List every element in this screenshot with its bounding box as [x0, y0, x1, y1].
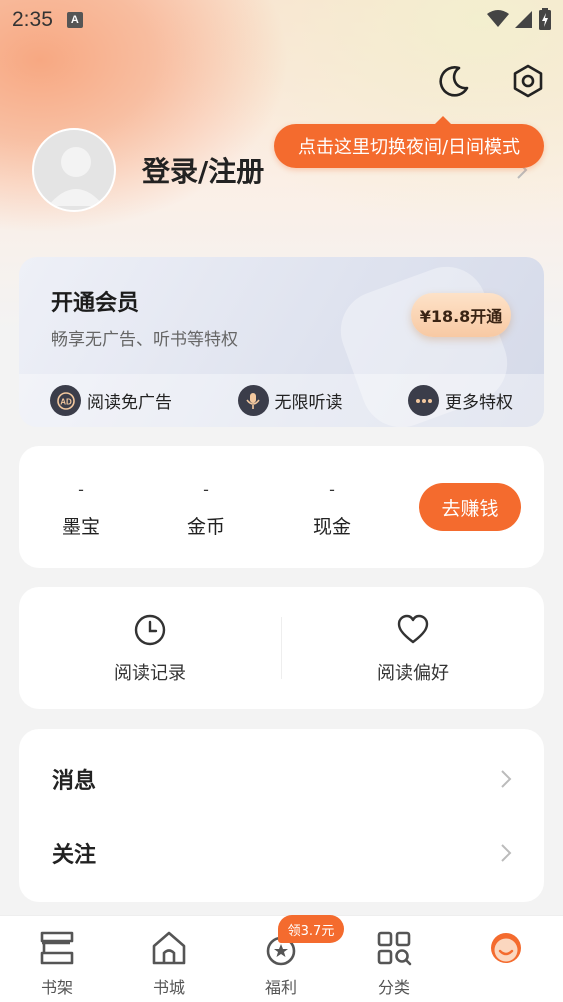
settings-button[interactable]	[509, 62, 547, 100]
vip-card[interactable]: 开通会员 畅享无广告、听书等特权 ¥18.8开通 AD 阅读免广告 无限听读 更…	[19, 257, 544, 427]
clock-icon	[134, 614, 166, 646]
login-register-link[interactable]: 登录/注册	[142, 150, 264, 190]
tab-bookshelf[interactable]: 书架	[17, 928, 97, 998]
status-bar: 2:35 A	[0, 0, 563, 40]
bookshelf-icon	[40, 931, 74, 965]
tab-label: 福利	[264, 978, 297, 997]
reading-history-label: 阅读记录	[114, 663, 186, 684]
tab-mine[interactable]	[466, 928, 546, 968]
wallet-label: 金币	[186, 516, 225, 538]
reading-preference-label: 阅读偏好	[377, 663, 449, 684]
wallet-item-cash[interactable]: - 现金	[292, 480, 372, 539]
wifi-icon	[487, 10, 509, 27]
vip-feature-listen[interactable]: 无限听读	[237, 385, 343, 416]
wallet-value: -	[78, 480, 84, 499]
menu-card: 消息 关注	[19, 729, 544, 902]
home-icon	[152, 931, 186, 965]
chevron-right-icon	[501, 844, 512, 862]
svg-text:AD: AD	[60, 397, 72, 406]
tab-label: 分类	[377, 978, 410, 997]
tab-category[interactable]: 分类	[354, 928, 434, 998]
vip-feature-more[interactable]: 更多特权	[408, 385, 513, 416]
tab-label: 书城	[152, 978, 185, 997]
moon-icon	[439, 66, 469, 97]
notification-icon: A	[66, 12, 83, 28]
wallet-label: 现金	[312, 516, 351, 538]
profile-login-row[interactable]: 登录/注册	[32, 128, 264, 212]
welfare-badge[interactable]: 领3.7元	[278, 915, 344, 943]
chevron-right-icon	[501, 770, 512, 788]
wallet-value: -	[329, 480, 335, 499]
tab-bookstore[interactable]: 书城	[129, 928, 209, 998]
status-icons	[487, 8, 551, 30]
menu-item-follow[interactable]: 关注	[19, 823, 544, 883]
reading-preference-button[interactable]: 阅读偏好	[343, 613, 483, 685]
wallet-card: - 墨宝 - 金币 - 现金 去赚钱	[19, 446, 544, 568]
vip-subscribe-button[interactable]: ¥18.8开通	[411, 293, 511, 337]
default-avatar-icon	[48, 147, 104, 206]
wallet-label: 墨宝	[61, 516, 100, 538]
status-time: 2:35	[12, 8, 53, 31]
tab-label: 书架	[40, 978, 73, 997]
menu-label: 关注	[52, 843, 97, 868]
earn-money-button[interactable]: 去赚钱	[419, 483, 521, 531]
wallet-value: -	[203, 480, 209, 499]
wallet-item-coins[interactable]: - 金币	[166, 480, 246, 539]
vip-features: AD 阅读免广告 无限听读 更多特权	[19, 374, 544, 427]
heart-icon	[397, 614, 429, 644]
menu-label: 消息	[52, 769, 97, 794]
ad-icon: AD	[50, 385, 81, 416]
vip-feature-no-ads[interactable]: AD 阅读免广告	[50, 385, 172, 416]
wallet-item-mobao[interactable]: - 墨宝	[41, 480, 121, 539]
menu-item-messages[interactable]: 消息	[19, 749, 544, 809]
microphone-icon	[237, 385, 269, 416]
vip-feature-label: 阅读免广告	[87, 393, 172, 413]
signal-icon	[515, 11, 532, 28]
reading-card: 阅读记录 阅读偏好	[19, 587, 544, 709]
night-mode-tooltip[interactable]: 点击这里切换夜间/日间模式	[274, 116, 544, 168]
avatar[interactable]	[32, 128, 116, 212]
reading-history-button[interactable]: 阅读记录	[80, 613, 220, 685]
vip-feature-label: 无限听读	[274, 393, 343, 413]
hexagon-settings-icon	[513, 64, 543, 98]
night-mode-button[interactable]	[435, 62, 473, 100]
vip-subtitle: 畅享无广告、听书等特权	[51, 330, 238, 350]
more-dots-icon	[408, 385, 439, 416]
battery-icon	[539, 8, 551, 30]
vip-title: 开通会员	[51, 291, 140, 316]
divider	[281, 617, 282, 679]
smiley-face-icon	[491, 933, 521, 963]
header-actions	[435, 62, 547, 100]
vip-feature-label: 更多特权	[445, 393, 513, 413]
grid-search-icon	[377, 931, 412, 966]
